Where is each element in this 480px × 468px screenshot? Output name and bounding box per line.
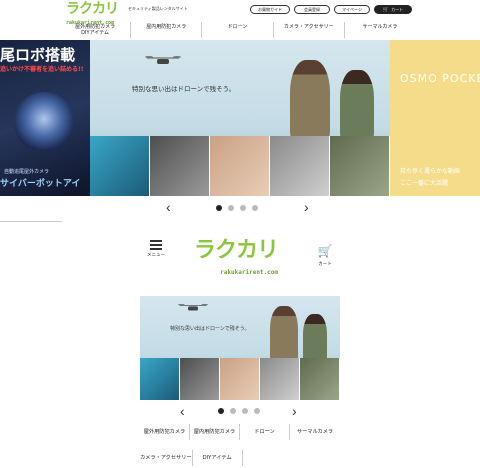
nav-item-outdoor-camera[interactable]: 屋外用防犯カメラ DIYアイテム xyxy=(60,22,130,38)
slide-headline: 尾ロボ搭載 xyxy=(0,46,76,64)
cart-label: カート xyxy=(318,262,332,267)
desktop-hero-carousel[interactable]: 尾ロボ搭載 追いかけ不審者を追い詰める!! 自動追尾屋外カメラ サイバーボットア… xyxy=(0,40,480,196)
slide-copy-line2: ここ一番に大活躍 xyxy=(400,180,449,187)
mobile-carousel-prev-button[interactable]: ‹ xyxy=(180,404,185,418)
m-nav-item-drone[interactable]: ドローン xyxy=(240,424,290,440)
carousel-dot[interactable] xyxy=(254,408,260,414)
photo-strip xyxy=(90,136,390,196)
carousel-dot[interactable] xyxy=(228,205,234,211)
carousel-dot[interactable] xyxy=(216,205,222,211)
slide-product-type: 自動追尾屋外カメラ xyxy=(4,169,50,175)
menu-label: メニュー xyxy=(147,253,165,258)
desktop-category-nav: 屋外用防犯カメラ DIYアイテム 屋内用防犯カメラ ドローン カメラ・アクセサリ… xyxy=(60,22,415,38)
nav-row: 屋外用防犯カメラ 屋内用防犯カメラ ドローン サーマルカメラ xyxy=(140,424,340,440)
camera-image xyxy=(14,92,74,152)
drone-icon xyxy=(178,303,208,311)
nav-item-diy[interactable]: DIYアイテム xyxy=(60,30,130,36)
mypage-button[interactable]: マイページ xyxy=(334,5,370,14)
photo-tile xyxy=(180,358,220,400)
carousel-dot[interactable] xyxy=(240,205,246,211)
mobile-carousel-pagination xyxy=(218,408,260,414)
cart-label: カート xyxy=(391,7,404,12)
register-button[interactable]: 会員登録 xyxy=(294,5,330,14)
site-tagline: セキュリティ製品レンタルサイト xyxy=(128,6,188,11)
m-nav-item-indoor-camera[interactable]: 屋内用防犯カメラ xyxy=(190,424,240,440)
mobile-cart-button[interactable]: 🛒 カート xyxy=(316,240,334,267)
slide-tracking-camera[interactable]: 尾ロボ搭載 追いかけ不審者を追い詰める!! 自動追尾屋外カメラ サイバーボットア… xyxy=(0,40,90,196)
slide-caption: 特別な思い出はドローンで残そう。 xyxy=(132,85,236,93)
photo-tile xyxy=(150,136,210,196)
slide-caption: 特別な思い出はドローンで残そう。 xyxy=(170,326,250,332)
photo-tile xyxy=(300,358,340,400)
slide-drone[interactable]: 特別な思い出はドローンで残そう。 xyxy=(90,40,390,196)
carousel-dot[interactable] xyxy=(242,408,248,414)
mobile-view: メニュー ラクカリ rakukarirent.com 🛒 カート 特別な思い出は… xyxy=(140,230,340,468)
carousel-dot[interactable] xyxy=(218,408,224,414)
photo-tile xyxy=(270,136,330,196)
m-nav-item-thermal-camera[interactable]: サーマルカメラ xyxy=(290,424,340,440)
logo-text: ラクカリ xyxy=(66,1,119,17)
logo-domain: rakukarirent.com xyxy=(220,269,279,276)
carousel-dot[interactable] xyxy=(252,205,258,211)
nav-item-indoor-camera[interactable]: 屋内用防犯カメラ xyxy=(130,22,201,38)
menu-icon xyxy=(150,240,162,250)
photo-tile xyxy=(90,136,150,196)
m-nav-item-diy[interactable]: DIYアイテム xyxy=(193,450,243,466)
photo-tile xyxy=(140,358,180,400)
photo-tile xyxy=(220,358,260,400)
carousel-prev-button[interactable]: ‹ xyxy=(166,200,171,214)
m-nav-item-camera-accessories[interactable]: カメラ・アクセサリー xyxy=(140,450,193,466)
drone-icon xyxy=(145,56,181,64)
nav-item-camera-accessories[interactable]: カメラ・アクセサリー xyxy=(272,22,344,38)
photo-tile xyxy=(210,136,270,196)
photo-strip xyxy=(140,358,340,400)
slide-product-name: サイバーボットアイ xyxy=(0,179,81,189)
cart-icon: 🛒 xyxy=(382,7,390,13)
photo-tile xyxy=(330,136,390,196)
cart-icon: 🛒 xyxy=(317,244,333,258)
slide-osmo-pocket[interactable]: OSMO POCKET 持ち歩く滑らかな動画 ここ一番に大活躍 xyxy=(390,40,480,196)
menu-button[interactable]: メニュー xyxy=(146,240,166,258)
cart-button[interactable]: 🛒 カート xyxy=(374,5,412,14)
person-image xyxy=(270,306,298,362)
nav-item-thermal-camera[interactable]: サーマルカメラ xyxy=(343,22,415,38)
mobile-carousel-next-button[interactable]: › xyxy=(292,404,297,418)
slide-subheadline: 追いかけ不審者を追い詰める!! xyxy=(0,66,84,73)
logo-text: ラクカリ xyxy=(194,238,279,263)
mobile-hero-carousel[interactable]: 特別な思い出はドローンで残そう。 xyxy=(140,296,340,400)
desktop-header: ラクカリ rakukarirent.com セキュリティ製品レンタルサイト お買… xyxy=(0,0,480,40)
m-nav-item-outdoor-camera[interactable]: 屋外用防犯カメラ xyxy=(140,424,190,440)
carousel-pagination xyxy=(216,205,258,211)
guide-button[interactable]: お買物ガイド xyxy=(250,5,290,14)
slide-brand: OSMO POCKET xyxy=(400,72,480,85)
photo-tile xyxy=(260,358,300,400)
person-image xyxy=(290,60,330,140)
person-image xyxy=(340,70,374,140)
nav-row: カメラ・アクセサリー DIYアイテム xyxy=(140,450,340,466)
slide-copy-line1: 持ち歩く滑らかな動画 xyxy=(400,168,461,175)
mobile-site-logo[interactable]: ラクカリ rakukarirent.com xyxy=(194,238,279,284)
divider xyxy=(0,221,62,222)
person-image xyxy=(303,314,327,364)
carousel-dot[interactable] xyxy=(230,408,236,414)
carousel-next-button[interactable]: › xyxy=(304,200,309,214)
nav-item-drone[interactable]: ドローン xyxy=(201,22,272,38)
mobile-category-nav: 屋外用防犯カメラ 屋内用防犯カメラ ドローン サーマルカメラ カメラ・アクセサリ… xyxy=(140,424,340,466)
